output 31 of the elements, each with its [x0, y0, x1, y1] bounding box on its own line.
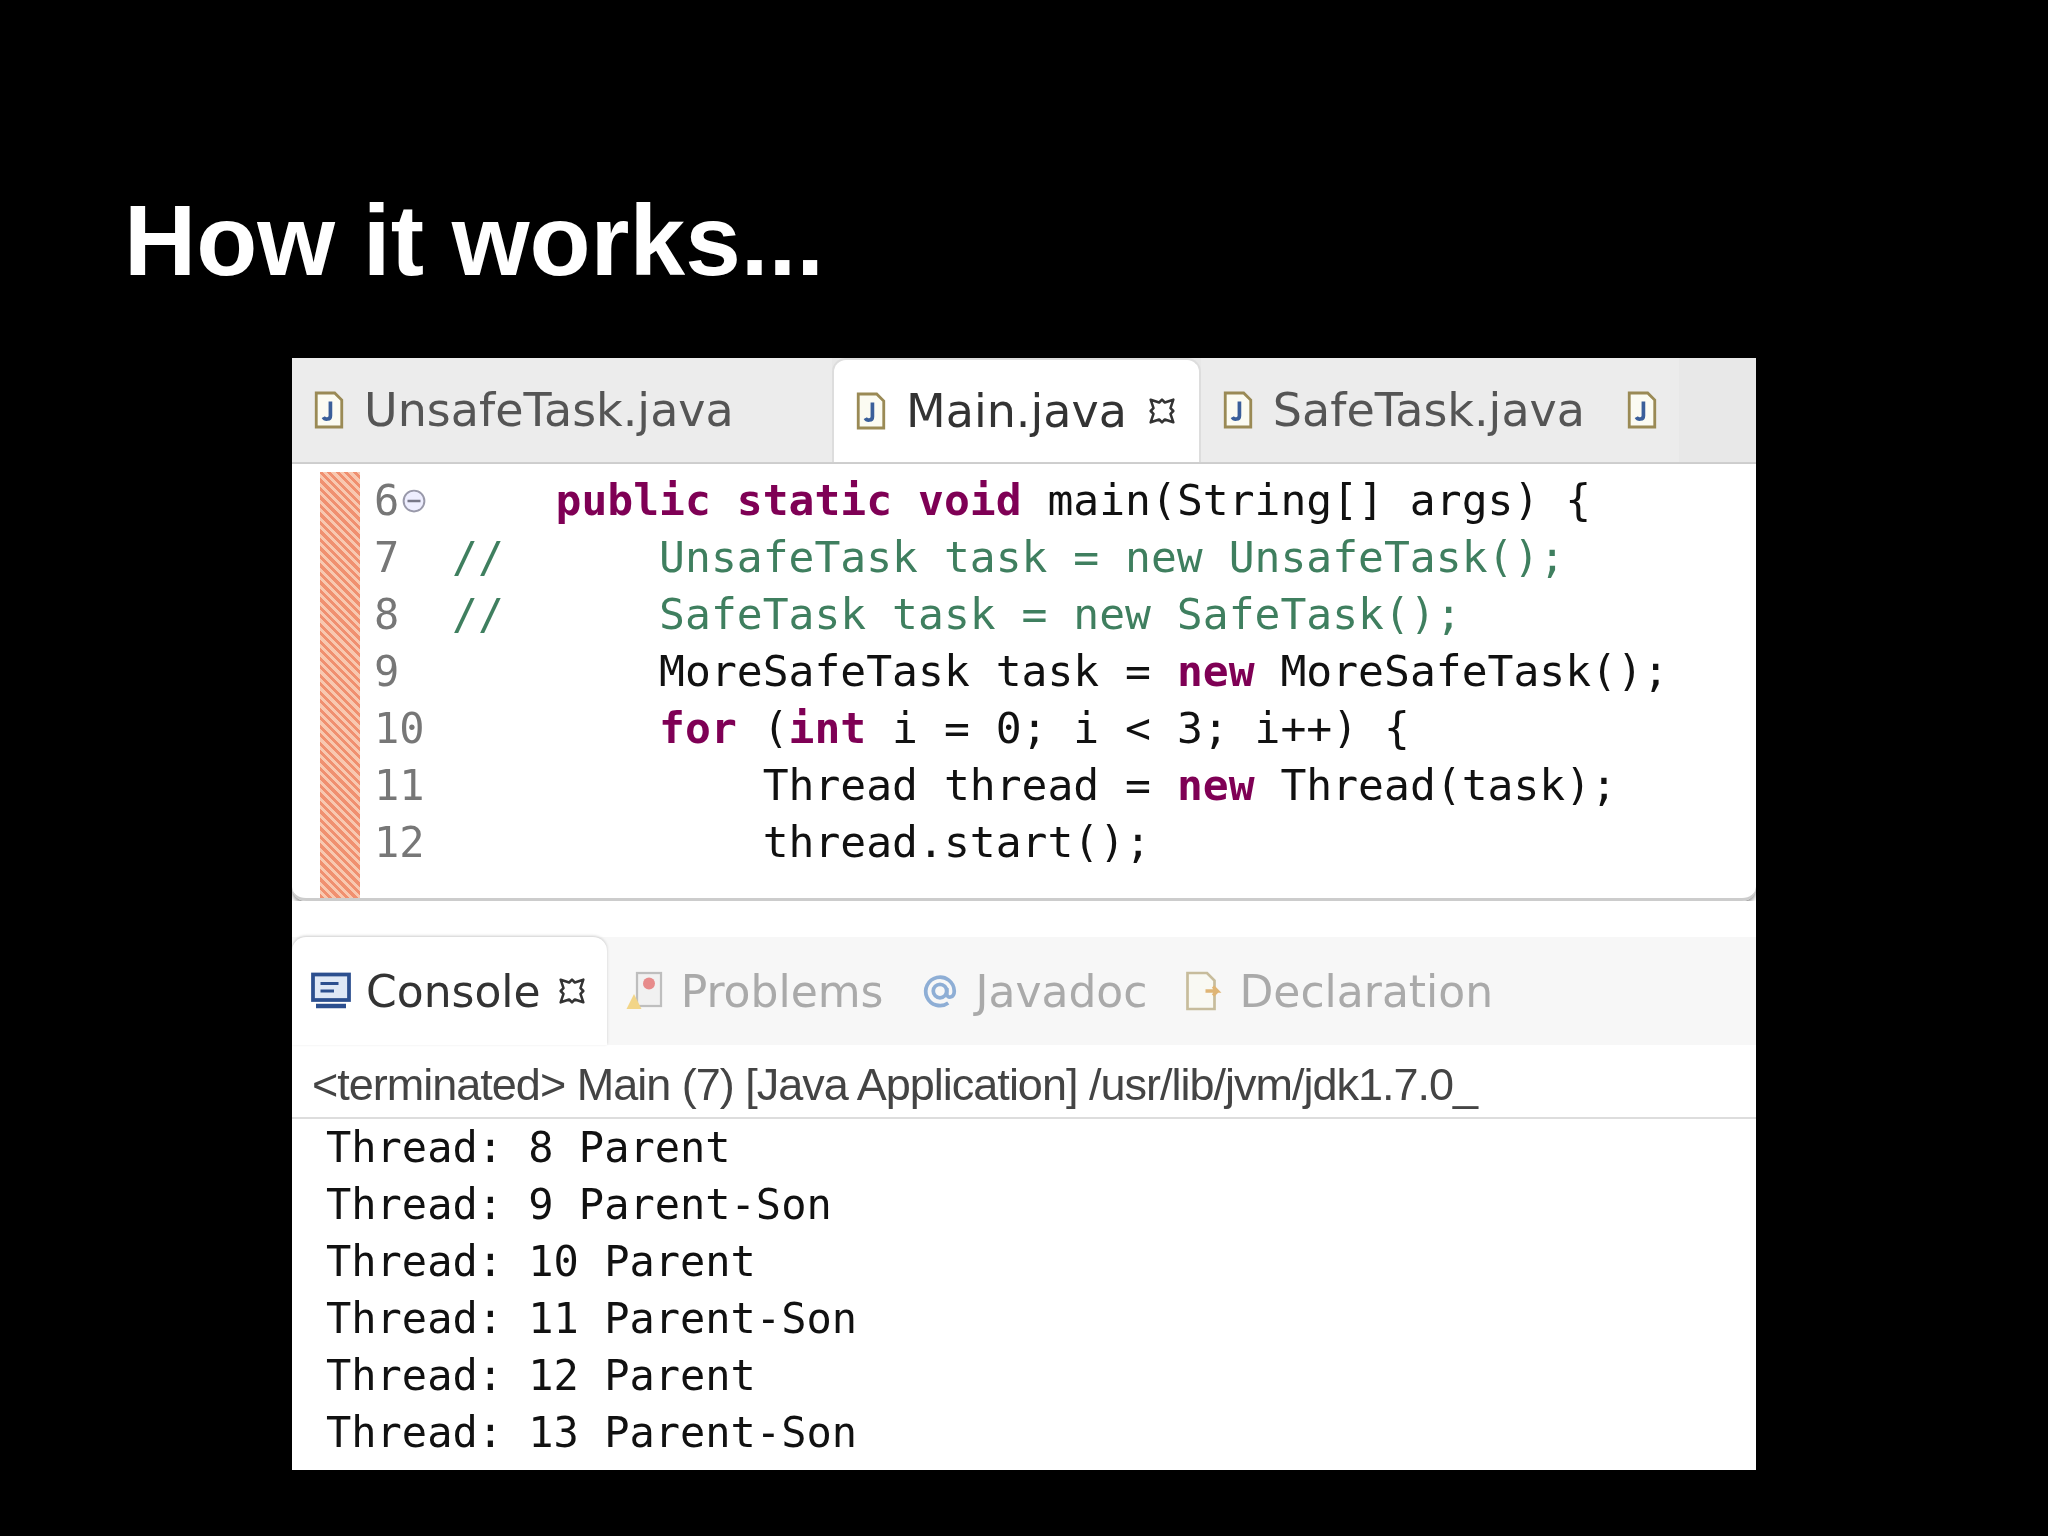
code-line: // UnsafeTask task = new UnsafeTask(); — [452, 531, 1566, 584]
code-line: // SafeTask task = new SafeTask(); — [452, 588, 1462, 641]
line-number: 9 — [373, 646, 401, 698]
code-line: Thread thread = new Thread(task); — [761, 759, 1617, 812]
line-number: 8 — [373, 589, 401, 641]
console-output-line: Thread: 12 Parent — [326, 1350, 756, 1402]
java-file-icon — [854, 391, 888, 431]
line-number: 6 — [360, 472, 452, 529]
java-file-icon — [312, 390, 346, 430]
line-number: 11 — [373, 760, 426, 812]
code-line: public static void main(String[] args) { — [554, 474, 1592, 527]
console-output-line: Thread: 10 Parent — [326, 1236, 756, 1288]
console-output-line: Thread: 9 Parent-Son — [326, 1179, 832, 1231]
view-tab[interactable]: Console — [292, 937, 607, 1045]
code-line: MoreSafeTask task = new MoreSafeTask(); — [658, 645, 1669, 698]
console-header: <terminated> Main (7) [Java Application] /usr/lib/jvm/jdk1.7.0_ — [292, 1045, 1756, 1119]
console-output-line: Thread: 11 Parent-Son — [326, 1293, 857, 1345]
code-line: thread.start(); — [761, 816, 1151, 869]
file-tab[interactable]: SafeTask.java — [1200, 358, 1605, 462]
file-tab[interactable]: Main.java — [832, 358, 1201, 462]
java-file-icon — [1625, 390, 1659, 430]
line-number: 10 — [373, 703, 426, 755]
collapse-icon[interactable] — [401, 487, 428, 514]
slide-title: How it works... — [123, 183, 825, 290]
console-output-line: Thread: 13 Parent-Son — [326, 1407, 857, 1459]
file-tab[interactable]: UnsafeTask.java — [292, 358, 832, 462]
file-tab[interactable] — [1605, 358, 1679, 462]
console-output-line: Thread: 8 Parent — [326, 1122, 731, 1174]
line-number: 12 — [373, 817, 426, 869]
line-number: 7 — [373, 532, 401, 584]
code-line: for (int i = 0; i < 3; i++) { — [658, 702, 1410, 755]
